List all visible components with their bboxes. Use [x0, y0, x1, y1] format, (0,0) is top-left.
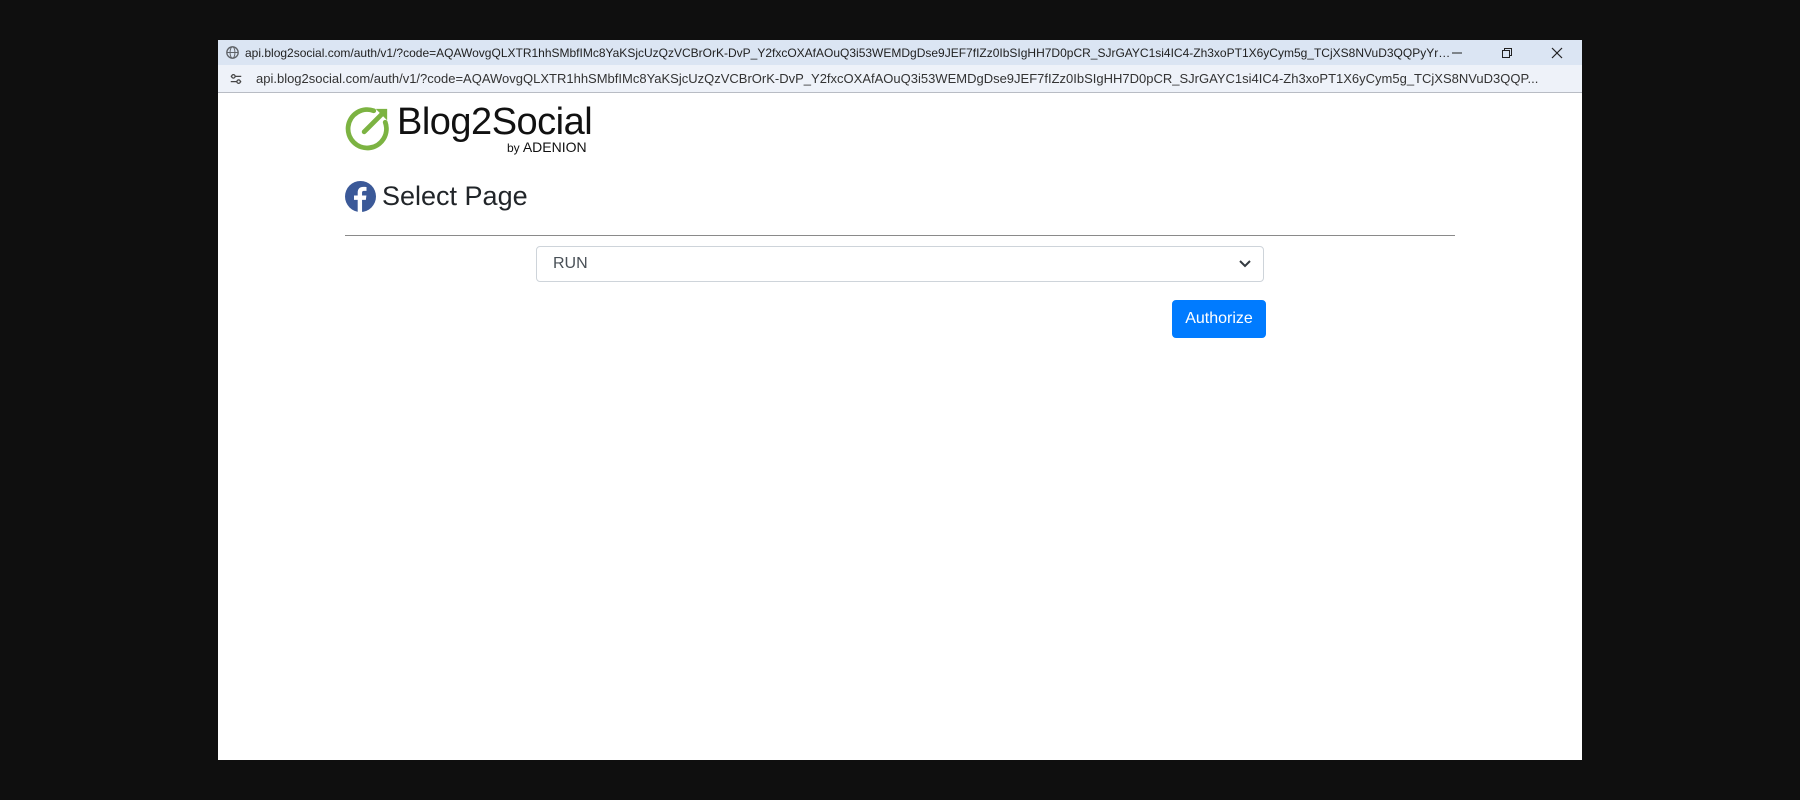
page-heading: Select Page: [345, 181, 528, 212]
restore-icon: [1502, 47, 1512, 58]
logo-arrow-icon: [345, 107, 389, 151]
logo-byline: by ADENION: [507, 139, 587, 155]
minimize-icon: [1452, 52, 1462, 53]
page-content: Blog2Social by ADENION Select Page RUN A…: [218, 93, 1582, 760]
facebook-icon: [345, 181, 376, 212]
browser-popup-window: api.blog2social.com/auth/v1/?code=AQAWov…: [218, 40, 1582, 760]
close-button[interactable]: [1532, 40, 1582, 65]
close-icon: [1551, 47, 1563, 58]
address-bar[interactable]: api.blog2social.com/auth/v1/?code=AQAWov…: [218, 65, 1582, 93]
minimize-button[interactable]: [1432, 40, 1482, 65]
address-url[interactable]: api.blog2social.com/auth/v1/?code=AQAWov…: [256, 71, 1566, 86]
site-settings-icon[interactable]: [229, 72, 243, 86]
title-bar: api.blog2social.com/auth/v1/?code=AQAWov…: [218, 40, 1582, 65]
authorize-button[interactable]: Authorize: [1172, 300, 1266, 338]
logo-brand-text: Blog2Social: [397, 101, 593, 143]
chevron-down-icon: [1239, 260, 1251, 268]
page-select-value: RUN: [553, 255, 588, 272]
page-title: Select Page: [382, 181, 528, 211]
blog2social-logo: Blog2Social by ADENION: [345, 101, 605, 159]
globe-icon: [226, 46, 239, 59]
divider: [345, 235, 1455, 236]
window-title: api.blog2social.com/auth/v1/?code=AQAWov…: [245, 45, 1455, 60]
logo-company-text: ADENION: [522, 139, 587, 155]
restore-button[interactable]: [1482, 40, 1532, 65]
logo-by-text: by: [507, 141, 520, 155]
page-select-dropdown[interactable]: RUN: [536, 246, 1264, 282]
